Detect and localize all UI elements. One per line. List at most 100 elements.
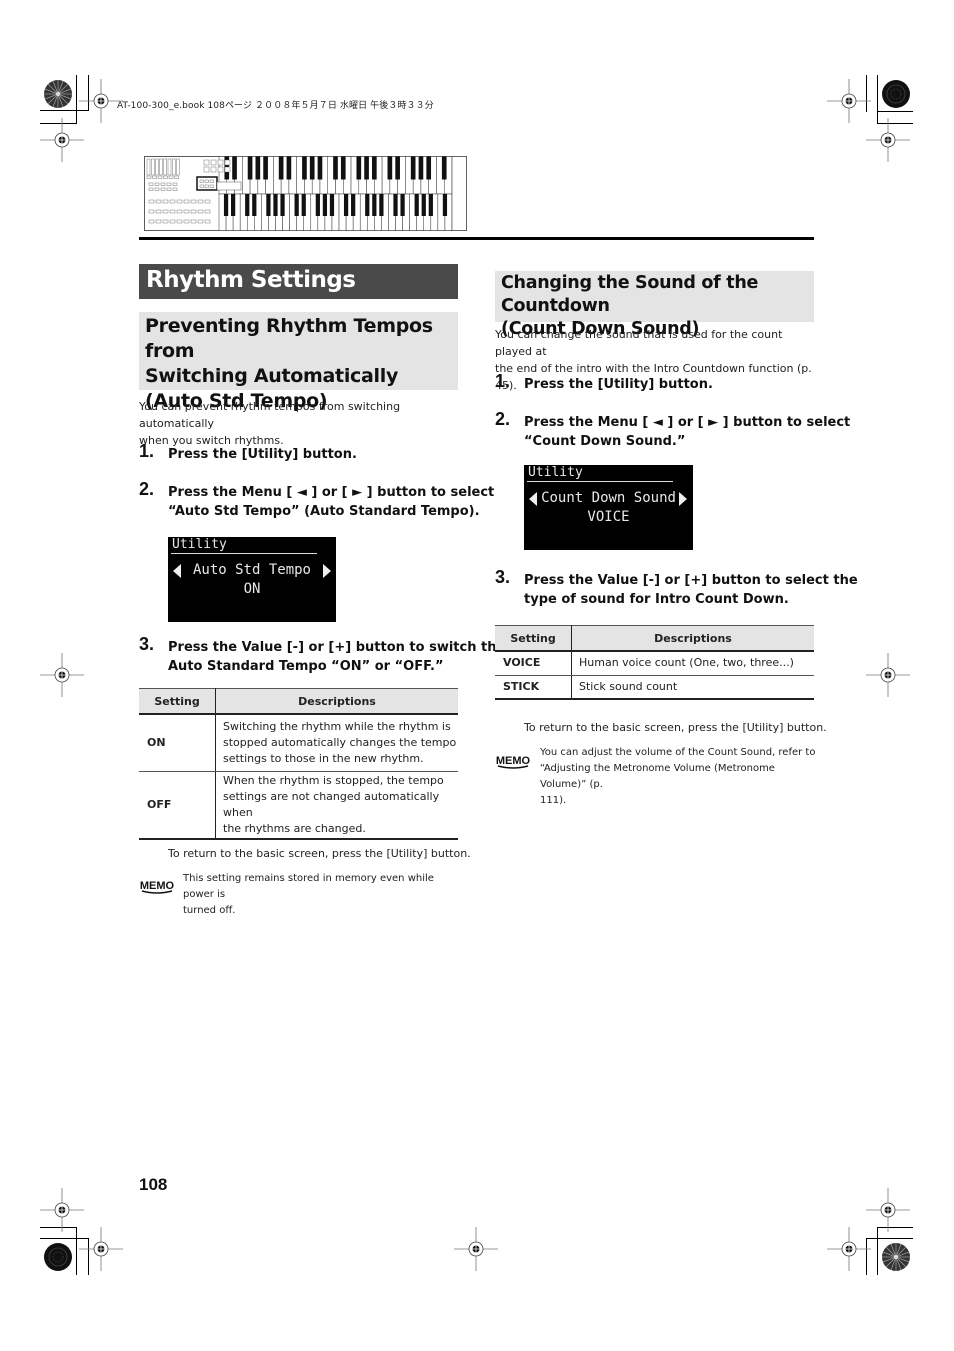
registration-mark-icon xyxy=(32,110,92,170)
lcd-right-arrow-icon xyxy=(323,564,331,578)
black-key xyxy=(309,156,315,180)
black-key xyxy=(231,194,236,216)
heading-line: Changing the Sound of the Countdown xyxy=(501,273,759,316)
registration-mark-icon xyxy=(446,1219,506,1279)
description-line: the rhythms are changed. xyxy=(223,821,366,835)
step-text: Press the Value [-] or [+] button to swi… xyxy=(168,640,506,655)
panel-button xyxy=(172,187,178,191)
memo-line: turned off. xyxy=(183,905,236,916)
registration-mark-icon xyxy=(71,1219,131,1279)
black-key xyxy=(387,156,393,180)
step-number: 3. xyxy=(495,567,511,587)
panel-button xyxy=(199,179,204,183)
step-text: Press the [Utility] button. xyxy=(524,377,713,392)
column-header-setting: Setting xyxy=(495,625,572,652)
panel-button xyxy=(163,175,168,179)
panel-button xyxy=(148,199,155,204)
step-text: Press the [Utility] button. xyxy=(168,447,357,462)
memo-line: “Adjusting the Metronome Volume (Metrono… xyxy=(540,763,775,790)
black-key xyxy=(372,156,377,180)
table-header-row: Setting Descriptions xyxy=(495,625,814,652)
black-key xyxy=(322,194,328,216)
panel-button xyxy=(197,209,204,214)
description-line: settings to those in the new rhythm. xyxy=(223,751,424,765)
setting-cell: OFF xyxy=(139,771,216,840)
black-key xyxy=(351,194,356,216)
memo-icon-label: MEMO xyxy=(140,880,175,892)
panel-button xyxy=(148,182,154,186)
color-bar-disc-icon xyxy=(41,77,75,111)
step-number: 2. xyxy=(495,409,511,429)
panel-button xyxy=(176,199,183,204)
lcd-title: Utility xyxy=(172,537,227,552)
panel-button xyxy=(203,166,210,173)
table-row: ON Switching the rhythm while the rhythm… xyxy=(139,714,458,772)
setting-cell: STICK xyxy=(495,675,572,700)
lcd-title-underline xyxy=(171,553,317,554)
black-key xyxy=(317,156,323,180)
step-text: Press the Value [-] or [+] button to sel… xyxy=(524,573,858,588)
step-2: 2. Press the Menu [ ◄ ] or [ ► ] button … xyxy=(139,480,494,521)
intro-line: You can change the sound that is used fo… xyxy=(495,328,783,358)
black-key xyxy=(266,194,271,216)
description-cell: Switching the rhythm while the rhythm is… xyxy=(215,714,458,772)
drawbar xyxy=(146,158,151,176)
black-key xyxy=(426,156,432,180)
section-heading-auto-std-tempo: Preventing Rhythm Tempos from Switching … xyxy=(139,312,458,412)
panel-button xyxy=(183,219,190,224)
color-bar-disc-icon xyxy=(879,77,913,111)
step-1: 1. Press the [Utility] button. xyxy=(495,372,713,394)
step-text: “Auto Std Tempo” (Auto Standard Tempo). xyxy=(168,504,480,519)
black-key xyxy=(302,156,307,180)
drawbar xyxy=(167,158,172,176)
memo-note: You can adjust the volume of the Count S… xyxy=(540,745,820,809)
description-line: Stick sound count xyxy=(579,679,678,693)
panel-button xyxy=(160,187,166,191)
black-key xyxy=(428,194,433,216)
panel-button xyxy=(157,175,163,179)
print-header: AT-100-300_e.book 108ページ ２００８年５月７日 水曜日 午… xyxy=(117,101,434,111)
memo-note: This setting remains stored in memory ev… xyxy=(183,871,463,919)
panel-button xyxy=(176,219,183,224)
settings-table-auto-std-tempo: Setting Descriptions ON Switching the rh… xyxy=(139,688,458,840)
panel-button xyxy=(162,219,169,224)
panel-button xyxy=(210,159,217,166)
intro-line: You can prevent rhythm tempos from switc… xyxy=(139,400,401,430)
table-row: STICK Stick sound count xyxy=(495,675,814,700)
black-key xyxy=(280,194,285,216)
panel-button xyxy=(204,219,211,224)
panel-button xyxy=(160,182,166,186)
memo-icon: MEMO xyxy=(495,752,531,770)
panel-button xyxy=(183,199,190,204)
description-line: Switching the rhythm while the rhythm is xyxy=(223,719,451,733)
panel-button xyxy=(217,159,224,166)
column-header-descriptions: Descriptions xyxy=(571,625,814,652)
drawbar xyxy=(159,158,163,176)
black-key xyxy=(418,156,424,180)
table-header-row: Setting Descriptions xyxy=(139,688,458,715)
drawbar xyxy=(172,158,176,176)
step-text: “Count Down Sound.” xyxy=(524,434,686,449)
step-1: 1. Press the [Utility] button. xyxy=(139,442,357,464)
registration-mark-icon xyxy=(858,110,918,170)
description-cell: When the rhythm is stopped, the tempo se… xyxy=(215,771,458,840)
black-key xyxy=(395,156,400,180)
black-key xyxy=(365,194,370,216)
description-line: settings are not changed automatically w… xyxy=(223,789,440,819)
panel-button xyxy=(148,219,155,224)
description-line: When the rhythm is stopped, the tempo xyxy=(223,773,444,787)
black-key xyxy=(343,194,349,216)
description-cell: Human voice count (One, two, three...) xyxy=(571,651,814,676)
black-key xyxy=(379,194,384,216)
black-key xyxy=(273,194,278,216)
panel-button xyxy=(209,184,214,188)
step-text: Press the Menu [ ◄ ] or [ ► ] button to … xyxy=(524,415,851,430)
black-key xyxy=(410,156,416,180)
description-line: Human voice count (One, two, three...) xyxy=(579,656,794,670)
black-key xyxy=(245,194,250,216)
table-row: VOICE Human voice count (One, two, three… xyxy=(495,651,814,676)
black-key xyxy=(255,156,261,180)
black-key xyxy=(356,156,362,180)
panel-button xyxy=(146,175,152,179)
setting-cell: VOICE xyxy=(495,651,572,676)
